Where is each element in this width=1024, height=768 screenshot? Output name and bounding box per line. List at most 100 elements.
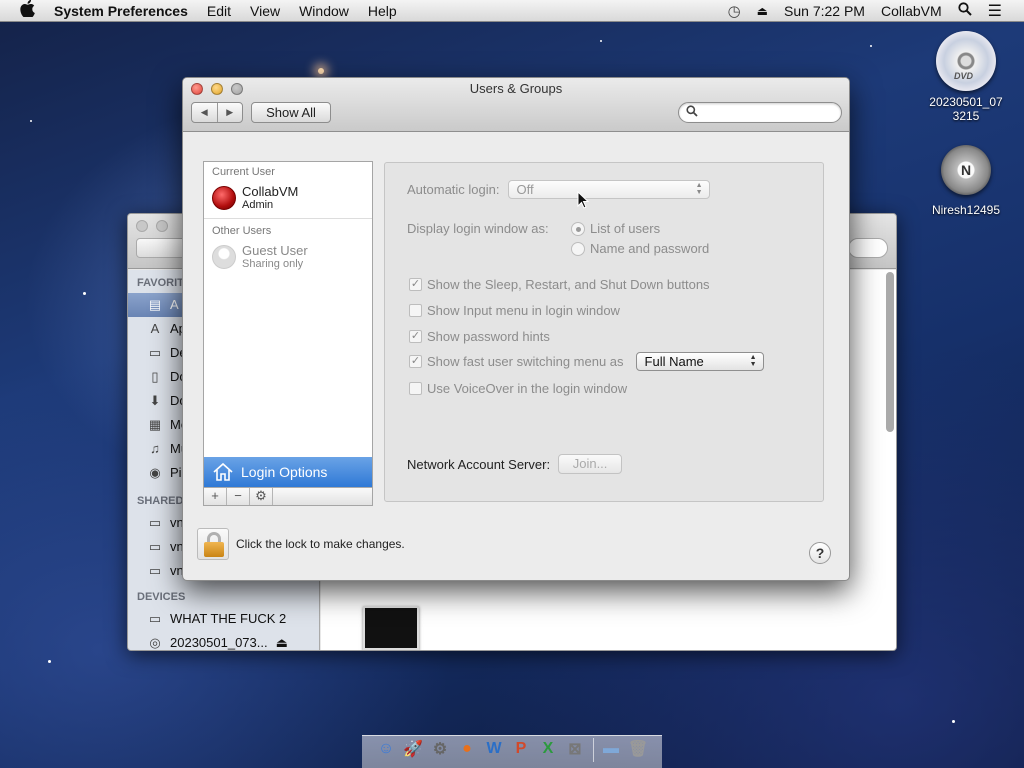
eject-icon[interactable]: ⏏	[276, 631, 288, 650]
avatar	[212, 186, 236, 210]
checkbox-label: Use VoiceOver in the login window	[427, 381, 628, 396]
monitor-icon: ▭	[148, 539, 162, 554]
search-icon	[686, 105, 698, 120]
forward-arrow-icon[interactable]: ▶	[218, 103, 243, 122]
spotlight-icon[interactable]	[958, 2, 972, 19]
sidebar-item-device[interactable]: ▭ WHAT THE FUCK 2	[128, 607, 319, 631]
dock-word-icon[interactable]: W	[483, 738, 505, 760]
file-thumbnail[interactable]	[363, 606, 419, 650]
applications-icon: A	[150, 321, 160, 336]
apple-menu-icon[interactable]	[20, 0, 40, 22]
desktop-dvd-icon[interactable]: DVD 20230501_07 3215	[916, 31, 1016, 123]
menu-user[interactable]: CollabVM	[881, 3, 942, 19]
documents-icon: ▯	[151, 369, 159, 384]
user-list: Current User CollabVM Admin Other Users …	[203, 161, 373, 506]
user-item-guest[interactable]: Guest User Sharing only	[204, 239, 372, 275]
dock-separator	[592, 738, 594, 762]
guest-name: Guest User	[242, 242, 308, 258]
finder-scrollbar[interactable]	[886, 272, 894, 432]
menu-extras: ◷ ⏏ Sun 7:22 PM CollabVM ☰	[728, 1, 1024, 21]
checkbox[interactable]: ✓	[409, 330, 422, 343]
dock-utility-icon[interactable]: ⊠	[564, 738, 586, 760]
automatic-login-value: Off	[516, 182, 534, 197]
user-item-collabvm[interactable]: CollabVM Admin	[204, 180, 372, 216]
checkbox-password-hints[interactable]: ✓ Show password hints	[409, 329, 550, 344]
search-input[interactable]	[678, 102, 842, 123]
dock-trash-icon[interactable]: 🗑	[627, 738, 649, 760]
guest-role: Sharing only	[242, 257, 304, 270]
display-login-label: Display login window as:	[407, 221, 549, 236]
menu-window[interactable]: Window	[299, 3, 349, 19]
menu-edit[interactable]: Edit	[207, 3, 231, 19]
lock-icon[interactable]	[197, 528, 229, 560]
notification-list-icon[interactable]: ☰	[988, 1, 1002, 21]
finder-minimize-button[interactable]	[156, 220, 168, 232]
hard-drive-icon: N	[941, 145, 991, 195]
menu-help[interactable]: Help	[368, 3, 397, 19]
checkbox-label: Show fast user switching menu as	[427, 354, 624, 369]
show-all-button[interactable]: Show All	[251, 102, 331, 123]
all-files-icon: ▤	[148, 297, 162, 312]
popup-arrows-icon: ▲ ▼	[749, 354, 757, 368]
join-button[interactable]: Join...	[558, 454, 623, 474]
radio-name-and-password[interactable]: Name and password	[571, 241, 709, 256]
checkbox-voiceover[interactable]: Use VoiceOver in the login window	[409, 381, 627, 396]
finder-close-button[interactable]	[136, 220, 148, 232]
desktop-drive-icon[interactable]: N Niresh12495	[916, 145, 1016, 217]
drive-badge: N	[960, 162, 972, 178]
dock-folder-icon[interactable]: ▬	[600, 738, 622, 760]
dock-firefox-icon[interactable]: ●	[456, 738, 478, 760]
gear-icon[interactable]: ⚙	[250, 488, 273, 505]
menu-app-name[interactable]: System Preferences	[54, 3, 188, 19]
eject-icon[interactable]: ⏏	[757, 4, 768, 18]
dock-powerpoint-icon[interactable]: P	[510, 738, 532, 760]
checkbox[interactable]: ✓	[409, 278, 422, 291]
user-role: Admin	[242, 198, 274, 211]
star	[83, 292, 86, 295]
finder-search-field[interactable]	[848, 238, 888, 258]
dock-excel-icon[interactable]: X	[537, 738, 559, 760]
checkbox-label: Show Input menu in login window	[427, 303, 620, 318]
remove-user-button[interactable]: −	[227, 488, 250, 505]
sidebar-item-device[interactable]: ◎ 20230501_073... ⏏	[128, 631, 319, 650]
checkbox-label: Show the Sleep, Restart, and Shut Down b…	[427, 277, 710, 292]
radio-button[interactable]	[571, 241, 585, 256]
time-machine-icon[interactable]: ◷	[728, 2, 741, 20]
house-icon	[213, 462, 233, 481]
dock-system-prefs-icon[interactable]: ⚙	[429, 738, 451, 760]
menu-clock[interactable]: Sun 7:22 PM	[784, 3, 865, 19]
login-options-item[interactable]: Login Options	[204, 457, 372, 487]
checkbox[interactable]: ✓	[409, 355, 422, 368]
dock-finder-icon[interactable]: ☺	[375, 738, 397, 760]
help-button[interactable]: ?	[809, 542, 831, 564]
login-options-label: Login Options	[241, 464, 328, 480]
downloads-icon: ⬇	[149, 393, 161, 408]
star	[870, 45, 872, 47]
window-title: Users & Groups	[469, 81, 563, 96]
radio-button[interactable]	[571, 221, 585, 236]
checkbox-sleep-restart[interactable]: ✓ Show the Sleep, Restart, and Shut Down…	[409, 277, 710, 292]
fast-switch-popup[interactable]: Full Name ▲ ▼	[635, 352, 764, 371]
login-options-panel: Automatic login: Off ▲ ▼ Display login wi…	[384, 162, 824, 502]
fast-switch-value: Full Name	[644, 354, 704, 369]
dock-launchpad-icon[interactable]: 🚀	[402, 738, 424, 760]
finder-nav-buttons[interactable]	[136, 238, 186, 258]
menu-view[interactable]: View	[250, 3, 280, 19]
desktop-dvd-label-1: 20230501_07	[929, 95, 1003, 109]
star	[48, 660, 51, 663]
add-user-button[interactable]: +	[204, 488, 227, 505]
desktop-icon: ▭	[148, 345, 162, 360]
nav-buttons: ◀ ▶	[191, 102, 243, 123]
movies-icon: ▦	[148, 417, 162, 432]
dvd-icon: ◎	[149, 635, 161, 650]
checkbox-fast-switch[interactable]: ✓ Show fast user switching menu as Full …	[409, 352, 764, 371]
checkbox[interactable]	[409, 304, 422, 317]
back-arrow-icon[interactable]: ◀	[192, 103, 218, 122]
radio-list-of-users[interactable]: List of users	[571, 221, 660, 236]
checkbox-input-menu[interactable]: Show Input menu in login window	[409, 303, 620, 318]
sidebar-item-label: A	[170, 297, 179, 312]
checkbox[interactable]	[409, 382, 422, 395]
music-icon: ♫	[150, 441, 160, 456]
automatic-login-popup[interactable]: Off ▲ ▼	[507, 180, 710, 199]
popup-arrows-icon: ▲ ▼	[695, 182, 703, 196]
